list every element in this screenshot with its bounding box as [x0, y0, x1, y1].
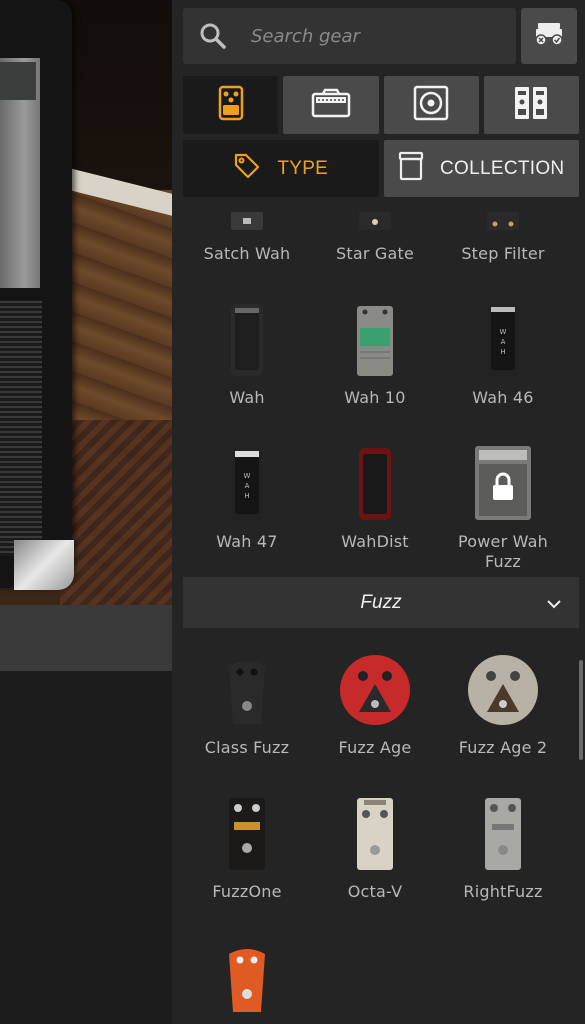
scene-lower-area — [0, 671, 172, 1024]
pedal-thumbnail — [228, 792, 266, 870]
pedal-thumbnail — [483, 198, 523, 232]
gear-item-class-fuzz[interactable]: Class Fuzz — [183, 640, 311, 784]
gear-item-rightfuzz[interactable]: RightFuzz — [439, 784, 567, 928]
gear-name: Star Gate — [335, 244, 415, 263]
amp-corner-protector — [14, 540, 74, 590]
fuzz-section-header[interactable]: Fuzz — [183, 577, 579, 628]
gear-item-power-wah-fuzz[interactable]: Power Wah Fuzz — [439, 434, 567, 578]
gear-name: Step Filter — [461, 244, 545, 263]
pedal-thumbnail — [356, 792, 394, 870]
pedalboard-button[interactable] — [521, 8, 577, 64]
fuzz-gear-grid: Class Fuzz Fuzz Age Fuzz Age 2 FuzzOne O… — [183, 640, 567, 1024]
gear-name: Wah 10 — [344, 388, 406, 407]
pedal-thumbnail — [357, 442, 393, 520]
gear-name: Wah 47 — [216, 532, 278, 551]
tab-cab[interactable] — [383, 76, 479, 134]
sort-by-type-button[interactable]: TYPE — [183, 140, 379, 197]
gear-name: Octa-V — [347, 882, 403, 901]
sort-type-label: TYPE — [277, 157, 329, 179]
svg-text:H: H — [500, 348, 505, 356]
gear-item-octa-v[interactable]: Octa-V — [311, 784, 439, 928]
rug — [60, 420, 172, 605]
amp-scene-backdrop — [0, 0, 172, 1024]
gear-item-step-filter[interactable]: Step Filter — [439, 198, 567, 290]
gear-item-fuzz-age-2[interactable]: Fuzz Age 2 — [439, 640, 567, 784]
gear-name: Wah 46 — [472, 388, 534, 407]
gear-list[interactable]: Satch Wah Star Gate Step Filter Wah Wah … — [172, 198, 585, 1024]
svg-text:W: W — [244, 472, 251, 480]
gear-item-wah-10[interactable]: Wah 10 — [311, 290, 439, 434]
search-icon — [199, 22, 227, 50]
scrollbar-thumb[interactable] — [579, 660, 583, 760]
lock-icon — [491, 472, 515, 506]
amp-icon — [311, 88, 351, 122]
collection-icon — [398, 151, 424, 187]
gear-name: Satch Wah — [203, 244, 291, 263]
gear-item-star-gate[interactable]: Star Gate — [311, 198, 439, 290]
tab-rack[interactable] — [483, 76, 579, 134]
pedal-thumbnail — [227, 648, 267, 726]
amp-screen — [0, 62, 36, 100]
gear-name: FuzzOne — [212, 882, 282, 901]
gear-item-wahdist[interactable]: WahDist — [311, 434, 439, 578]
pedal-thumbnail — [355, 198, 395, 232]
gear-name: Fuzz Age 2 — [458, 738, 548, 757]
pedal-thumbnail — [229, 298, 265, 376]
section-title: Fuzz — [360, 591, 402, 613]
stompbox-icon — [218, 85, 244, 125]
gear-name: RightFuzz — [463, 882, 543, 901]
svg-text:A: A — [245, 482, 250, 490]
gear-item-orange-fuzz[interactable] — [183, 928, 311, 1024]
pedal-thumbnail — [467, 648, 539, 726]
pedal-thumbnail — [484, 792, 522, 870]
pedal-thumbnail: WAH — [229, 442, 265, 520]
svg-text:W: W — [500, 328, 507, 336]
pedal-thumbnail — [339, 648, 411, 726]
gear-name: Class Fuzz — [204, 738, 290, 757]
amp-grille — [0, 300, 42, 556]
gear-name: Fuzz Age — [338, 738, 412, 757]
sort-tabs: TYPE COLLECTION — [183, 140, 579, 197]
tab-amp[interactable] — [283, 76, 379, 134]
tag-icon — [233, 152, 261, 186]
gear-item-wah-47[interactable]: WAH Wah 47 — [183, 434, 311, 578]
gear-item-fuzz-age[interactable]: Fuzz Age — [311, 640, 439, 784]
gear-item-wah-46[interactable]: WAH Wah 46 — [439, 290, 567, 434]
pedal-thumbnail — [356, 298, 394, 376]
pedal-thumbnail — [227, 198, 267, 232]
search-input[interactable] — [249, 24, 503, 48]
pedalboard-icon — [532, 21, 566, 51]
pedal-thumbnail — [227, 936, 267, 1014]
scene-bottom-strip — [0, 605, 172, 671]
search-bar[interactable] — [183, 8, 516, 64]
wah-gear-grid: Satch Wah Star Gate Step Filter Wah Wah … — [183, 198, 567, 578]
gear-item-satch-wah[interactable]: Satch Wah — [183, 198, 311, 290]
chevron-down-icon — [547, 594, 561, 613]
svg-text:A: A — [501, 338, 506, 346]
sort-collection-label: COLLECTION — [440, 157, 565, 179]
gear-category-tabs — [183, 76, 579, 134]
rack-icon — [513, 85, 549, 125]
gear-browser-panel: TYPE COLLECTION Satch Wah — [172, 0, 585, 1024]
gear-name: Power Wah Fuzz — [457, 532, 548, 571]
cab-icon — [413, 85, 449, 125]
gear-name: WahDist — [341, 532, 409, 551]
gear-item-wah[interactable]: Wah — [183, 290, 311, 434]
pedal-thumbnail: WAH — [485, 298, 521, 376]
gear-item-fuzzone[interactable]: FuzzOne — [183, 784, 311, 928]
svg-text:H: H — [244, 492, 249, 500]
tab-stompbox[interactable] — [183, 76, 279, 134]
sort-by-collection-button[interactable]: COLLECTION — [383, 140, 579, 197]
gear-name: Wah — [229, 388, 265, 407]
